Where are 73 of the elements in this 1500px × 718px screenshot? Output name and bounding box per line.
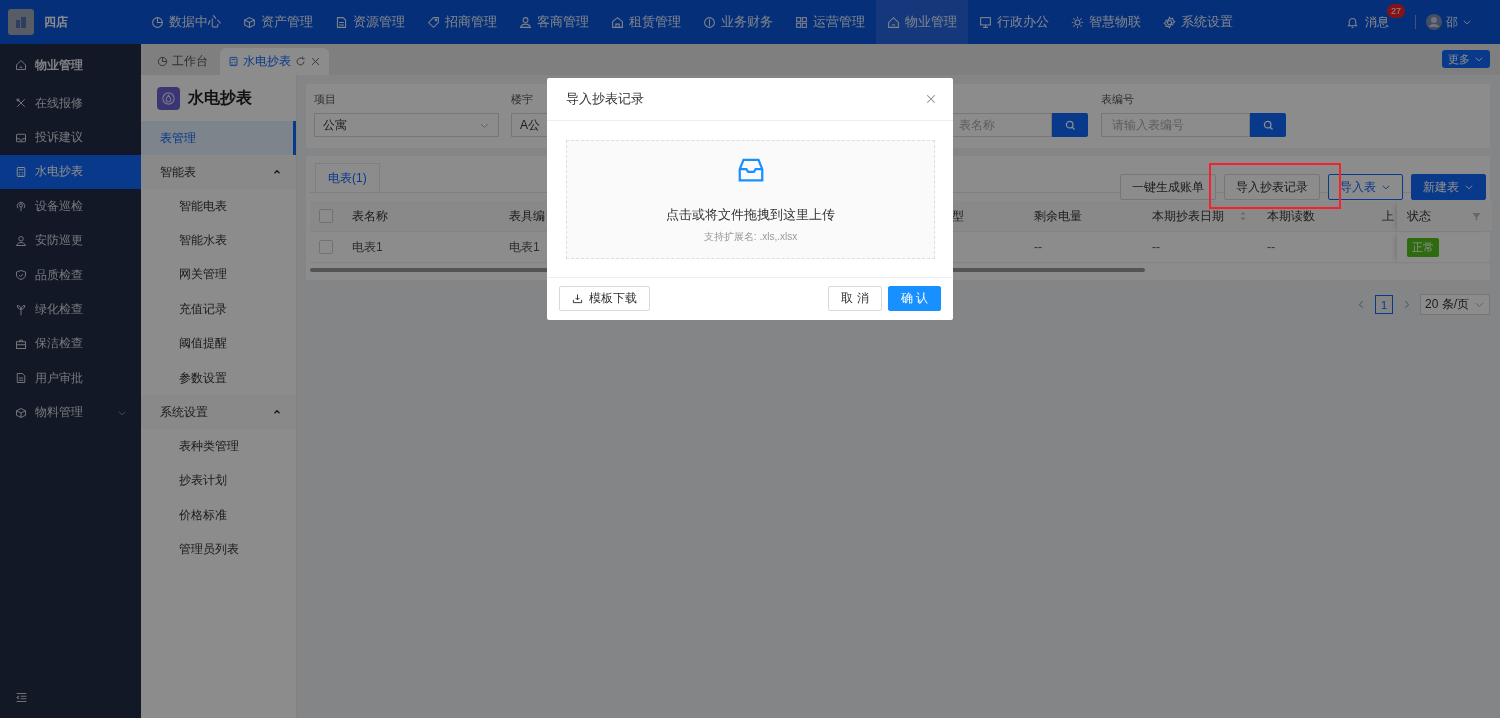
select-field[interactable]: 公寓 bbox=[314, 113, 499, 137]
table-cell: -- bbox=[1152, 240, 1160, 254]
template-download-button[interactable]: 模板下载 bbox=[559, 286, 650, 311]
column-header: 型 bbox=[952, 207, 964, 225]
page-number[interactable]: 1 bbox=[1375, 295, 1393, 314]
dialog-title: 导入抄表记录 bbox=[566, 90, 644, 108]
toolbar-button[interactable]: 导入抄表记录 bbox=[1224, 174, 1320, 200]
nav-item[interactable]: 资产管理 bbox=[232, 0, 324, 44]
table-cell: 电表1 bbox=[509, 238, 540, 256]
submenu-item[interactable]: 表管理 bbox=[141, 121, 296, 155]
nav-item[interactable]: 智慧物联 bbox=[1060, 0, 1152, 44]
nav-item[interactable]: 业务财务 bbox=[692, 0, 784, 44]
field-label: 楼宇 bbox=[511, 92, 533, 106]
column-header: 表具编 bbox=[509, 207, 545, 225]
nav-item[interactable]: 租赁管理 bbox=[600, 0, 692, 44]
field-label: 表编号 bbox=[1101, 92, 1134, 106]
brand-name: 四店 bbox=[44, 13, 69, 31]
field-label: 项目 bbox=[314, 92, 336, 106]
nav-item[interactable]: 客商管理 bbox=[508, 0, 600, 44]
submenu-item[interactable]: 智能水表 bbox=[141, 223, 296, 258]
page-tab[interactable]: 水电抄表 bbox=[220, 48, 329, 75]
user-menu[interactable]: 邵 bbox=[1426, 13, 1472, 31]
nav-item[interactable]: 系统设置 bbox=[1152, 0, 1244, 44]
nav-item[interactable]: 资源管理 bbox=[324, 0, 416, 44]
cancel-button[interactable]: 取 消 bbox=[828, 286, 882, 311]
toolbar-button[interactable]: 新建表 bbox=[1411, 174, 1486, 200]
submenu-item[interactable]: 充值记录 bbox=[141, 292, 296, 327]
sidebar-item[interactable]: 物料管理 bbox=[0, 395, 141, 430]
upload-text: 点击或将文件拖拽到这里上传 bbox=[666, 206, 835, 224]
submenu-item[interactable]: 阈值提醒 bbox=[141, 326, 296, 361]
column-header: 本期抄表日期 bbox=[1152, 207, 1224, 225]
column-header: 剩余电量 bbox=[1034, 207, 1082, 225]
column-header: 表名称 bbox=[352, 207, 388, 225]
sidebar-item[interactable]: 安防巡更 bbox=[0, 223, 141, 258]
submenu-item[interactable]: 网关管理 bbox=[141, 257, 296, 293]
nav-item[interactable]: 招商管理 bbox=[416, 0, 508, 44]
table-tab[interactable]: 电表(1) bbox=[315, 163, 380, 192]
upload-dropzone[interactable]: 点击或将文件拖拽到这里上传 支持扩展名: .xls,.xlsx bbox=[566, 140, 935, 259]
sidebar-item[interactable]: 绿化检查 bbox=[0, 292, 141, 327]
sidebar-item[interactable]: 在线报修 bbox=[0, 86, 141, 121]
more-button[interactable]: 更多 bbox=[1442, 50, 1490, 68]
table-cell: -- bbox=[1034, 240, 1042, 254]
submenu-item[interactable]: 智能电表 bbox=[141, 189, 296, 224]
count-badge: 27 bbox=[1387, 3, 1405, 18]
nav-item[interactable]: 运营管理 bbox=[784, 0, 876, 44]
panel-title: 水电抄表 bbox=[188, 87, 252, 108]
page-tab[interactable]: 工作台 bbox=[149, 48, 216, 75]
sidebar-title: 物业管理 bbox=[35, 56, 83, 74]
submenu-item[interactable]: 参数设置 bbox=[141, 360, 296, 396]
sidebar-item[interactable]: 投诉建议 bbox=[0, 120, 141, 155]
submenu-item[interactable]: 管理员列表 bbox=[141, 532, 296, 567]
sidebar-item[interactable]: 设备巡检 bbox=[0, 189, 141, 224]
table-cell: -- bbox=[1267, 240, 1275, 254]
sidebar-item[interactable]: 保洁检查 bbox=[0, 326, 141, 362]
sidebar-item[interactable]: 用户审批 bbox=[0, 361, 141, 396]
confirm-button[interactable]: 确 认 bbox=[887, 286, 941, 311]
submenu-item[interactable]: 抄表计划 bbox=[141, 463, 296, 499]
nav-item[interactable]: 行政办公 bbox=[968, 0, 1060, 44]
status-tag: 正常 bbox=[1407, 237, 1439, 257]
nav-item[interactable]: 数据中心 bbox=[140, 0, 232, 44]
toolbar-button[interactable]: 导入表 bbox=[1328, 174, 1403, 200]
submenu-item[interactable]: 表种类管理 bbox=[141, 429, 296, 464]
toolbar-button[interactable]: 一键生成账单 bbox=[1120, 174, 1216, 200]
table-cell: 电表1 bbox=[352, 238, 383, 256]
nav-item[interactable]: 物业管理 bbox=[876, 0, 968, 44]
page-size-select[interactable]: 20 条/页 bbox=[1420, 294, 1490, 315]
sidebar-item[interactable]: 水电抄表 bbox=[0, 154, 141, 190]
sidebar-item[interactable]: 品质检查 bbox=[0, 257, 141, 293]
column-header: 本期读数 bbox=[1267, 207, 1315, 225]
column-header: 上 bbox=[1382, 207, 1394, 225]
column-header: 状态 bbox=[1407, 207, 1431, 225]
upload-hint: 支持扩展名: .xls,.xlsx bbox=[703, 230, 798, 244]
submenu-item[interactable]: 价格标准 bbox=[141, 498, 296, 533]
